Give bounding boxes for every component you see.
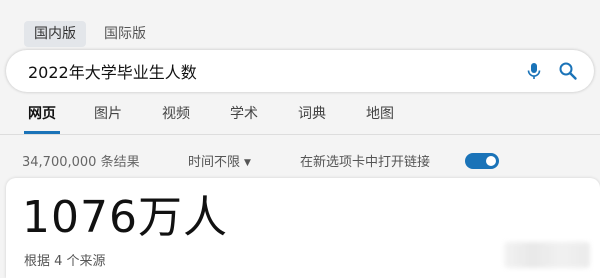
nav-divider bbox=[0, 134, 600, 135]
blurred-region bbox=[504, 242, 590, 268]
answer-card: 1076万人 根据 4 个来源 bbox=[6, 178, 600, 278]
answer-source[interactable]: 根据 4 个来源 bbox=[24, 250, 106, 269]
toggle-knob bbox=[486, 156, 496, 166]
answer-value: 1076万人 bbox=[22, 192, 228, 243]
tab-dictionary[interactable]: 词典 bbox=[296, 96, 328, 134]
time-filter-dropdown[interactable]: 时间不限 ▼ bbox=[188, 151, 251, 170]
new-tab-toggle[interactable] bbox=[465, 153, 499, 169]
search-results-page: 国内版 国际版 网页 图片 视频 学术 词典 地 bbox=[0, 0, 600, 278]
time-filter-label: 时间不限 bbox=[188, 155, 241, 170]
search-box bbox=[6, 50, 594, 92]
search-input[interactable] bbox=[6, 50, 524, 92]
search-icons bbox=[524, 61, 594, 81]
tab-web[interactable]: 网页 bbox=[24, 96, 60, 134]
new-tab-label: 在新选项卡中打开链接 bbox=[300, 155, 431, 170]
tab-academic[interactable]: 学术 bbox=[228, 96, 260, 134]
tab-maps[interactable]: 地图 bbox=[364, 96, 396, 134]
search-icon[interactable] bbox=[558, 61, 578, 81]
tab-videos[interactable]: 视频 bbox=[160, 96, 192, 134]
tab-images[interactable]: 图片 bbox=[92, 96, 124, 134]
microphone-icon[interactable] bbox=[524, 61, 544, 81]
nav-tabs: 网页 图片 视频 学术 词典 地图 bbox=[0, 96, 600, 134]
region-tabs: 国内版 国际版 bbox=[24, 20, 156, 48]
caret-down-icon: ▼ bbox=[244, 158, 251, 168]
region-tab-domestic[interactable]: 国内版 bbox=[24, 21, 86, 47]
result-count: 34,700,000 条结果 bbox=[22, 155, 140, 170]
region-tab-international[interactable]: 国际版 bbox=[94, 21, 156, 47]
filter-row: 34,700,000 条结果 时间不限 ▼ 在新选项卡中打开链接 bbox=[0, 145, 600, 175]
